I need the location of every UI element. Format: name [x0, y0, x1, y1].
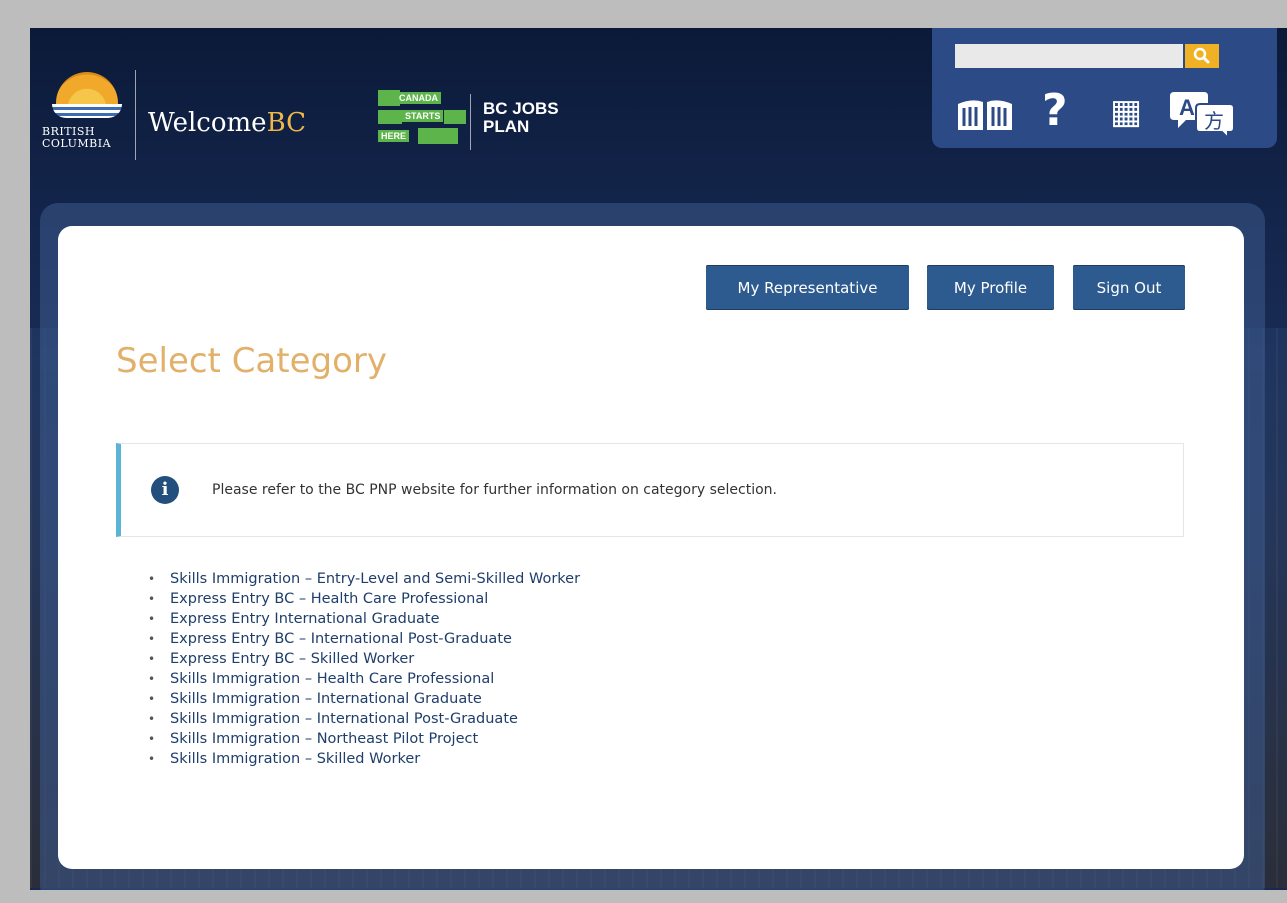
logo-divider	[135, 70, 136, 160]
translate-icon[interactable]: A 方	[1170, 88, 1236, 141]
logo-block	[378, 110, 402, 124]
bc-sun-icon	[56, 72, 118, 108]
category-link[interactable]: Skills Immigration – International Gradu…	[148, 689, 580, 709]
welcome-prefix: Welcome	[148, 108, 267, 138]
my-profile-button[interactable]: My Profile	[927, 265, 1054, 310]
search-icon	[1193, 47, 1210, 64]
jobs-plan-line: BC JOBS	[483, 99, 559, 118]
info-icon: i	[151, 476, 179, 504]
sign-out-button[interactable]: Sign Out	[1073, 265, 1185, 310]
category-list: Skills Immigration – Entry-Level and Sem…	[148, 569, 580, 769]
category-link[interactable]: Express Entry International Graduate	[148, 609, 580, 629]
british-columbia-logo[interactable]: BRITISH COLUMBIA	[42, 70, 134, 160]
search-input[interactable]	[955, 44, 1183, 68]
category-link[interactable]: Express Entry BC – Health Care Professio…	[148, 589, 580, 609]
my-representative-button[interactable]: My Representative	[706, 265, 909, 310]
jobs-plan-line: PLAN	[483, 117, 530, 136]
logo-canada-text: CANADA	[396, 92, 441, 104]
site-header: BRITISH COLUMBIA WelcomeBC CANADA STARTS…	[30, 28, 1287, 208]
welcome-suffix: BC	[266, 108, 307, 138]
svg-text:A: A	[1179, 95, 1195, 120]
svg-text:方: 方	[1204, 109, 1224, 133]
help-icon[interactable]: ?	[1042, 86, 1068, 136]
main-panel: My Representative My Profile Sign Out Se…	[58, 226, 1244, 869]
search-button[interactable]	[1185, 44, 1219, 68]
category-link[interactable]: Skills Immigration – Skilled Worker	[148, 749, 580, 769]
canada-starts-here-logo: CANADA STARTS HERE	[374, 90, 466, 152]
info-message: Please refer to the BC PNP website for f…	[212, 482, 777, 498]
logo-block	[418, 128, 458, 144]
logo-starts-text: STARTS	[402, 110, 444, 122]
calculator-icon[interactable]: ▦	[1110, 92, 1142, 132]
bc-jobs-plan-logo: BC JOBS PLAN	[483, 100, 559, 136]
logo-here-text: HERE	[378, 130, 410, 142]
category-link[interactable]: Express Entry BC – International Post-Gr…	[148, 629, 580, 649]
welcomebc-logo[interactable]: WelcomeBC	[148, 108, 306, 138]
category-link[interactable]: Express Entry BC – Skilled Worker	[148, 649, 580, 669]
page-title: Select Category	[116, 341, 388, 381]
toolbox: ? ▦ A 方	[932, 28, 1277, 148]
logo-divider	[470, 94, 471, 150]
category-link[interactable]: Skills Immigration – Northeast Pilot Pro…	[148, 729, 580, 749]
category-link[interactable]: Skills Immigration – International Post-…	[148, 709, 580, 729]
logo-block	[444, 110, 466, 124]
category-link[interactable]: Skills Immigration – Entry-Level and Sem…	[148, 569, 580, 589]
bc-logo-line: COLUMBIA	[42, 137, 112, 150]
bc-logo-text: BRITISH COLUMBIA	[42, 126, 134, 150]
bc-wave-icon	[52, 104, 122, 118]
book-icon[interactable]	[956, 98, 1014, 134]
category-link[interactable]: Skills Immigration – Health Care Profess…	[148, 669, 580, 689]
info-alert: i Please refer to the BC PNP website for…	[116, 443, 1184, 537]
